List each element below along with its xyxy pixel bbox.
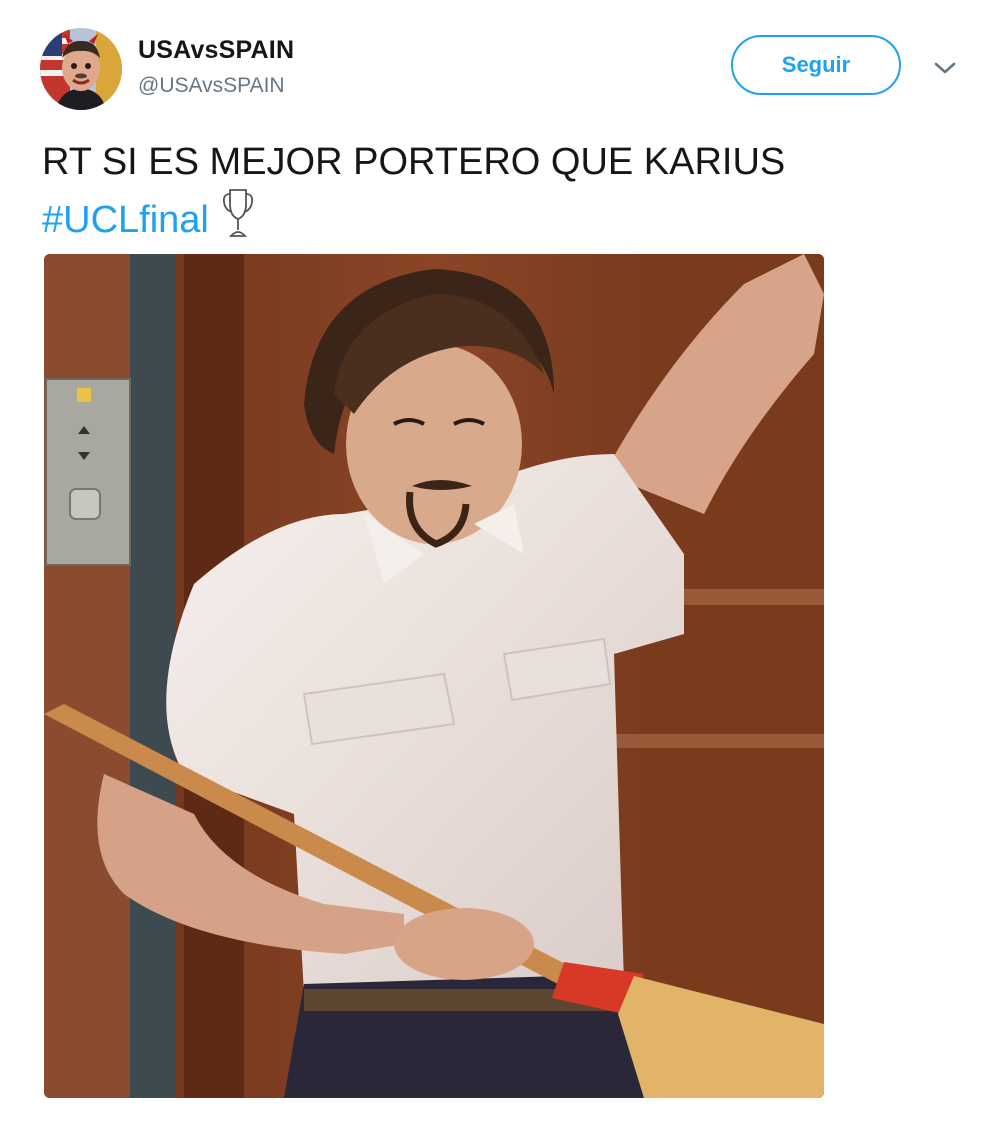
screen-name[interactable]: @USAvsSPAIN <box>138 74 285 98</box>
trophy-icon <box>221 186 255 252</box>
tweet-photo[interactable] <box>44 254 824 1098</box>
display-name[interactable]: USAvsSPAIN <box>138 36 294 65</box>
photo-illustration <box>44 254 824 1098</box>
hashtag-link[interactable]: #UCLfinal <box>42 199 209 241</box>
follow-button[interactable]: Seguir <box>731 35 901 95</box>
tweet-text-line-2: #UCLfinal <box>42 186 942 252</box>
avatar[interactable] <box>40 28 122 110</box>
tweet-text: RT SI ES MEJOR PORTERO QUE KARIUS #UCLfi… <box>42 138 942 252</box>
tweet-text-line: RT SI ES MEJOR PORTERO QUE KARIUS <box>42 141 786 183</box>
tweet-card: USAvsSPAIN @USAvsSPAIN Seguir RT SI ES M… <box>0 0 990 1125</box>
chevron-down-icon[interactable] <box>930 56 960 80</box>
avatar-image <box>40 28 122 110</box>
